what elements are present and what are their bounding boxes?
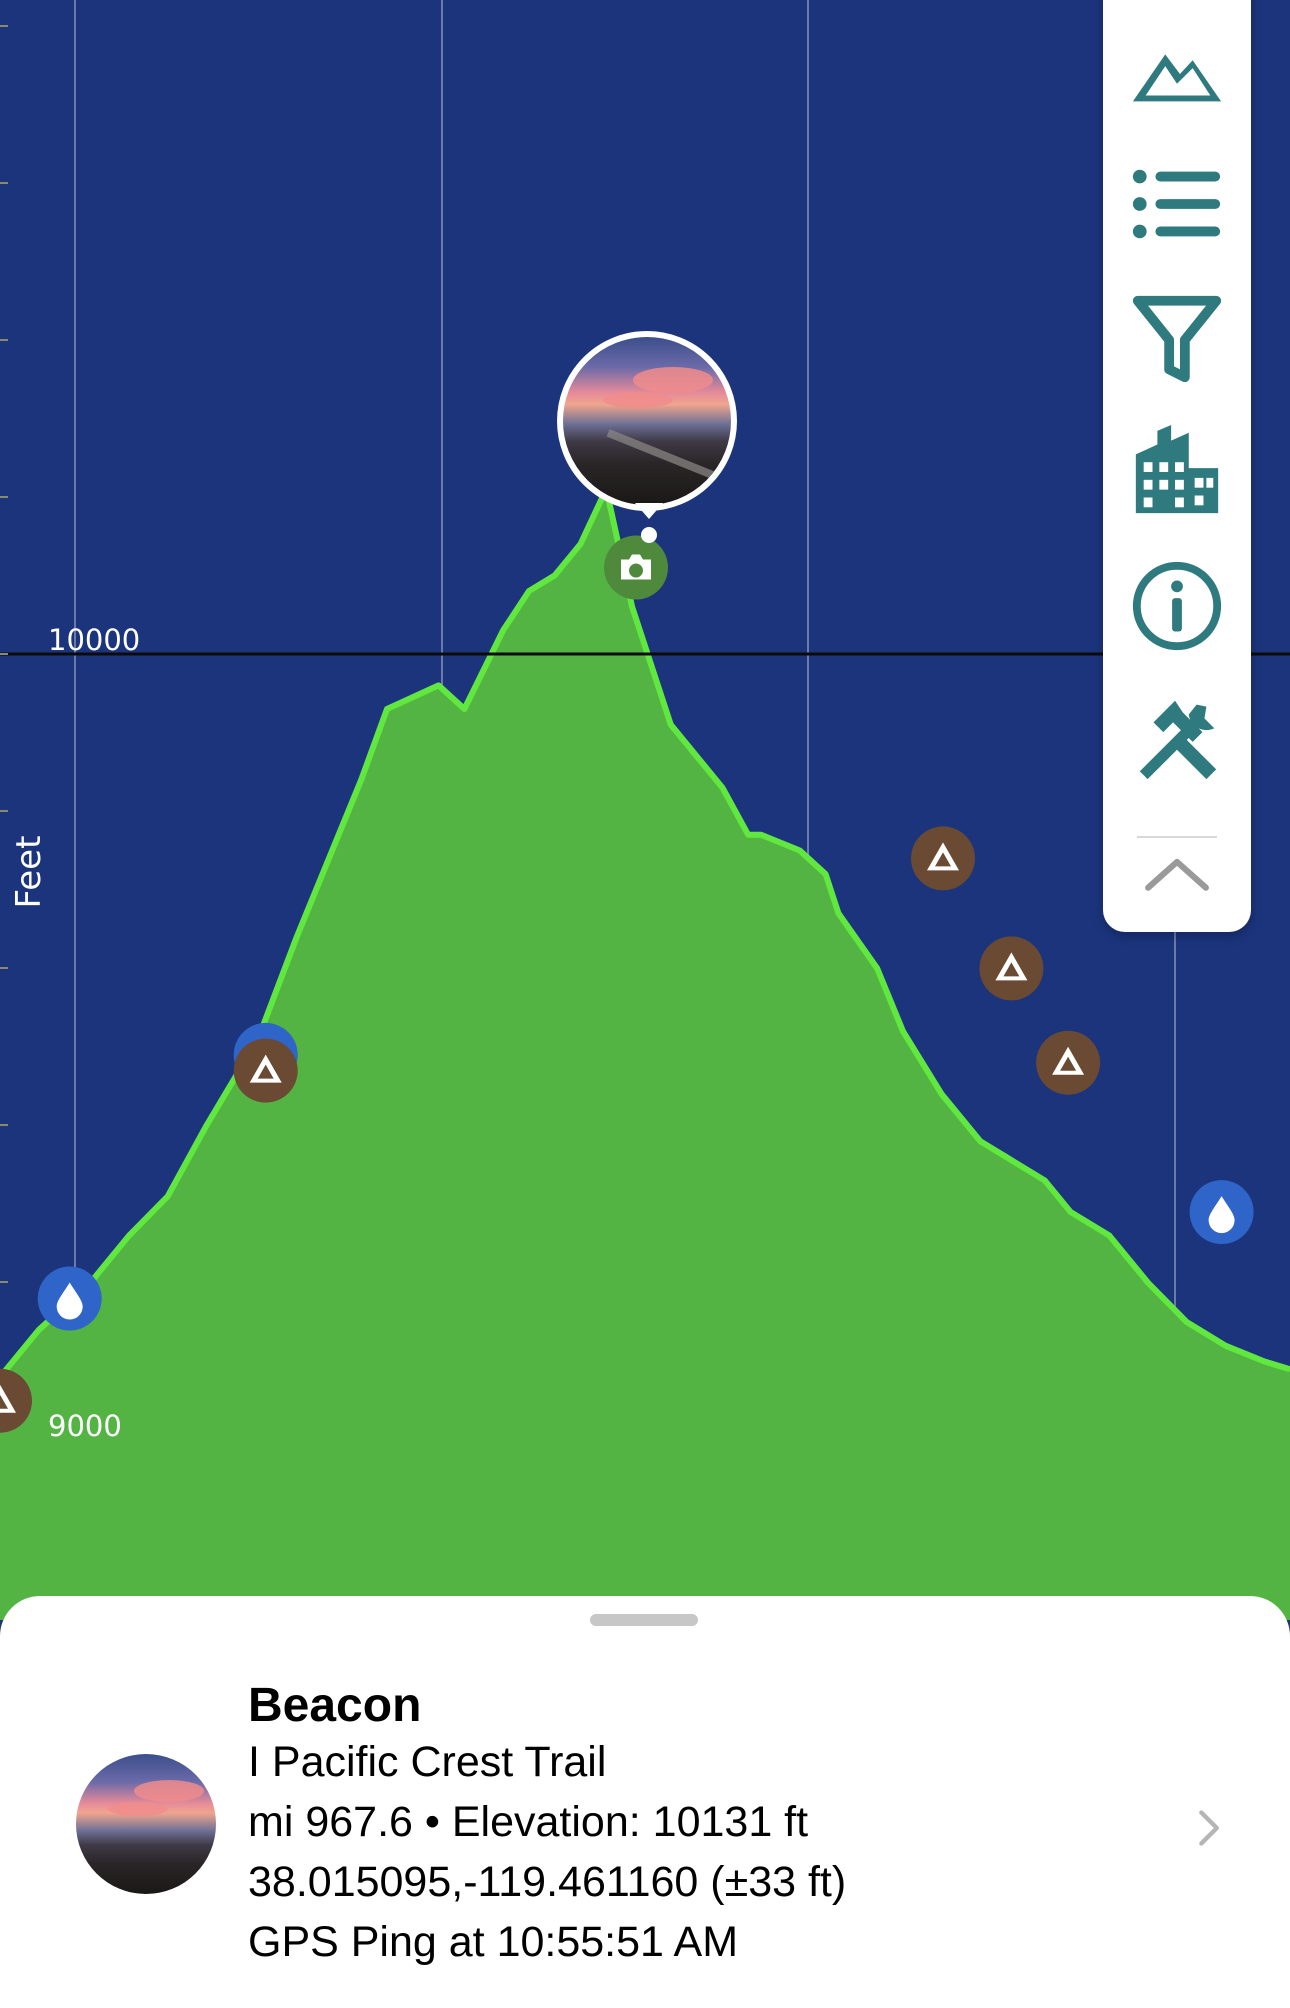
- mountain-icon: [1132, 54, 1222, 102]
- tools-icon: [1139, 700, 1217, 780]
- photo-popup-dot: [641, 527, 657, 543]
- waypoint-photo[interactable]: [76, 1754, 216, 1894]
- camp-marker[interactable]: [979, 936, 1044, 1001]
- camp-marker[interactable]: [1036, 1030, 1101, 1095]
- info-button[interactable]: [1127, 556, 1227, 656]
- tools-button[interactable]: [1127, 688, 1227, 788]
- photo-thumbnail[interactable]: [557, 331, 737, 511]
- chevron-up-icon: [1145, 858, 1209, 891]
- waypoint-mile-elevation: mi 967.6 • Elevation: 10131 ft: [248, 1798, 809, 1846]
- photo-popup[interactable]: [557, 331, 737, 543]
- waypoint-title: Beacon: [248, 1679, 422, 1732]
- waypoint-gps-ping: GPS Ping at 10:55:51 AM: [248, 1918, 739, 1966]
- waypoint-coordinates: 38.015095,-119.461160 (±33 ft): [248, 1858, 847, 1906]
- sheet-grabber[interactable]: [590, 1614, 698, 1626]
- toolbar-divider: [1137, 836, 1217, 838]
- y-axis-title: Feet: [9, 836, 49, 909]
- elevation-chart[interactable]: 10000 9000 Feet: [0, 0, 1290, 1620]
- water-marker[interactable]: [37, 1266, 102, 1331]
- y-axis-ticks: 10000 9000: [0, 25, 140, 1443]
- camp-marker[interactable]: [911, 826, 975, 891]
- towns-button[interactable]: [1127, 422, 1227, 522]
- info-icon: [1132, 561, 1222, 651]
- photo-marker[interactable]: [604, 535, 668, 600]
- waypoint-trail: I Pacific Crest Trail: [248, 1738, 607, 1786]
- elevation-button[interactable]: [1127, 22, 1227, 122]
- chevron-right-icon[interactable]: [1186, 1806, 1230, 1850]
- filter-button[interactable]: [1127, 288, 1227, 388]
- waypoint-sheet[interactable]: Beacon I Pacific Crest Trail mi 967.6 • …: [0, 1596, 1290, 2008]
- y-tick-label: 9000: [48, 1409, 122, 1443]
- filter-icon: [1132, 295, 1222, 383]
- list-icon: [1132, 169, 1221, 239]
- map-toolbar: [1103, 0, 1251, 932]
- photo-popup-pointer: [635, 503, 663, 519]
- buildings-icon: [1135, 424, 1219, 514]
- list-button[interactable]: [1127, 154, 1227, 254]
- y-tick-label: 10000: [48, 623, 140, 657]
- collapse-button[interactable]: [1127, 842, 1227, 906]
- camp-marker[interactable]: [233, 1038, 298, 1103]
- water-marker[interactable]: [1189, 1180, 1254, 1245]
